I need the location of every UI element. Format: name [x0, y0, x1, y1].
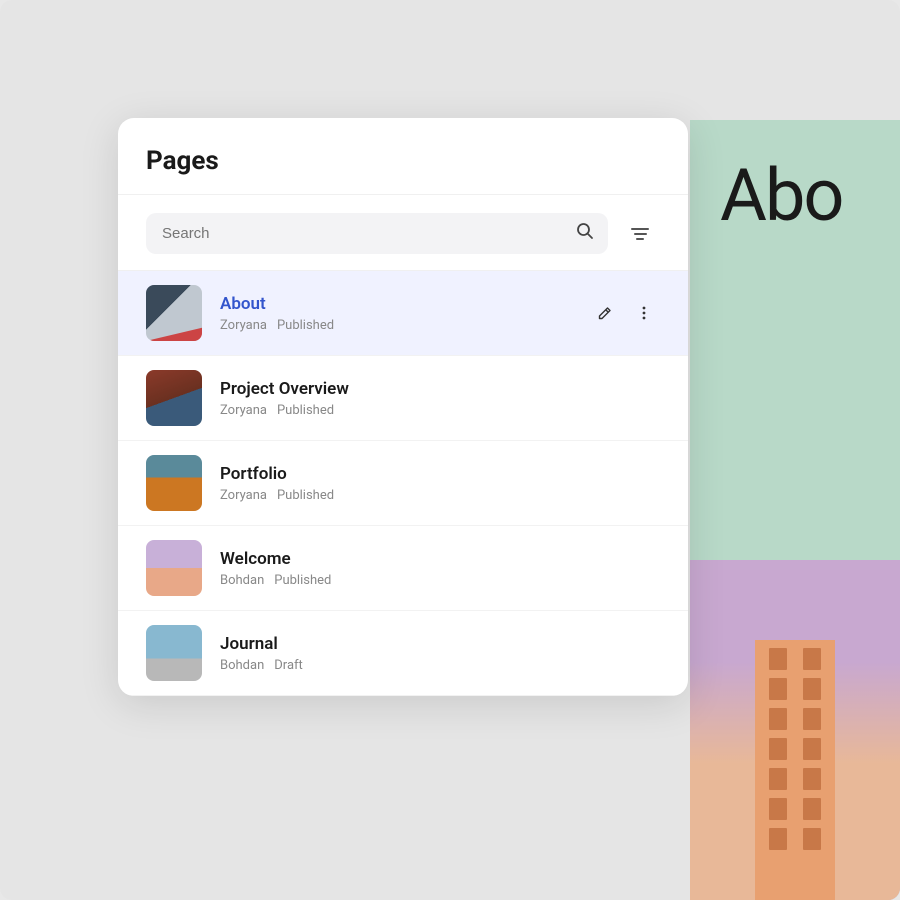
- pages-panel: Pages About Zorya: [118, 118, 688, 696]
- edit-button-journal[interactable]: [588, 637, 620, 669]
- page-item-portfolio[interactable]: Portfolio Zoryana Published: [118, 441, 688, 526]
- page-list: About Zoryana Published: [118, 271, 688, 696]
- building-image: [690, 560, 900, 900]
- building-windows: [755, 640, 835, 900]
- page-meta-project-overview: Zoryana Published: [220, 403, 588, 418]
- page-name-portfolio: Portfolio: [220, 464, 588, 484]
- search-input-wrapper: [146, 213, 608, 254]
- page-meta-welcome: Bohdan Published: [220, 573, 588, 588]
- more-button-about[interactable]: [628, 297, 660, 329]
- page-thumbnail-project-overview: [146, 370, 202, 426]
- page-info-portfolio: Portfolio Zoryana Published: [220, 464, 588, 503]
- pages-header: Pages: [118, 118, 688, 195]
- filter-icon: [631, 228, 649, 240]
- page-status-about: Published: [277, 318, 334, 333]
- page-thumbnail-about: [146, 285, 202, 341]
- page-meta-journal: Bohdan Draft: [220, 658, 588, 673]
- page-thumbnail-journal: [146, 625, 202, 681]
- search-bar-row: [118, 195, 688, 271]
- page-name-journal: Journal: [220, 634, 588, 654]
- page-actions-about: [588, 297, 660, 329]
- page-author-about: Zoryana: [220, 318, 267, 333]
- page-status-welcome: Published: [274, 573, 331, 588]
- page-status-portfolio: Published: [277, 488, 334, 503]
- edit-button-about[interactable]: [588, 297, 620, 329]
- edit-button-portfolio[interactable]: [588, 467, 620, 499]
- page-status-project-overview: Published: [277, 403, 334, 418]
- page-info-project-overview: Project Overview Zoryana Published: [220, 379, 588, 418]
- more-button-portfolio[interactable]: [628, 467, 660, 499]
- edit-button-project-overview[interactable]: [588, 382, 620, 414]
- edit-button-welcome[interactable]: [588, 552, 620, 584]
- page-item-journal[interactable]: Journal Bohdan Draft: [118, 611, 688, 696]
- page-item-welcome[interactable]: Welcome Bohdan Published: [118, 526, 688, 611]
- right-panel-about-text: Abo: [690, 120, 900, 232]
- page-author-journal: Bohdan: [220, 658, 264, 673]
- right-panel-bottom: [690, 560, 900, 900]
- page-item-project-overview[interactable]: Project Overview Zoryana Published: [118, 356, 688, 441]
- page-author-project-overview: Zoryana: [220, 403, 267, 418]
- more-button-journal[interactable]: [628, 637, 660, 669]
- right-panel: Abo: [690, 120, 900, 900]
- page-item-about[interactable]: About Zoryana Published: [118, 271, 688, 356]
- search-input[interactable]: [146, 213, 608, 254]
- page-thumbnail-portfolio: [146, 455, 202, 511]
- page-meta-about: Zoryana Published: [220, 318, 588, 333]
- page-title: Pages: [146, 146, 660, 176]
- more-button-project-overview[interactable]: [628, 382, 660, 414]
- page-name-project-overview: Project Overview: [220, 379, 588, 399]
- page-status-journal: Draft: [274, 658, 303, 673]
- page-info-welcome: Welcome Bohdan Published: [220, 549, 588, 588]
- page-name-about: About: [220, 294, 588, 314]
- page-info-journal: Journal Bohdan Draft: [220, 634, 588, 673]
- page-thumbnail-welcome: [146, 540, 202, 596]
- filter-button[interactable]: [620, 214, 660, 254]
- page-meta-portfolio: Zoryana Published: [220, 488, 588, 503]
- more-button-welcome[interactable]: [628, 552, 660, 584]
- page-name-welcome: Welcome: [220, 549, 588, 569]
- page-author-welcome: Bohdan: [220, 573, 264, 588]
- page-author-portfolio: Zoryana: [220, 488, 267, 503]
- page-info-about: About Zoryana Published: [220, 294, 588, 333]
